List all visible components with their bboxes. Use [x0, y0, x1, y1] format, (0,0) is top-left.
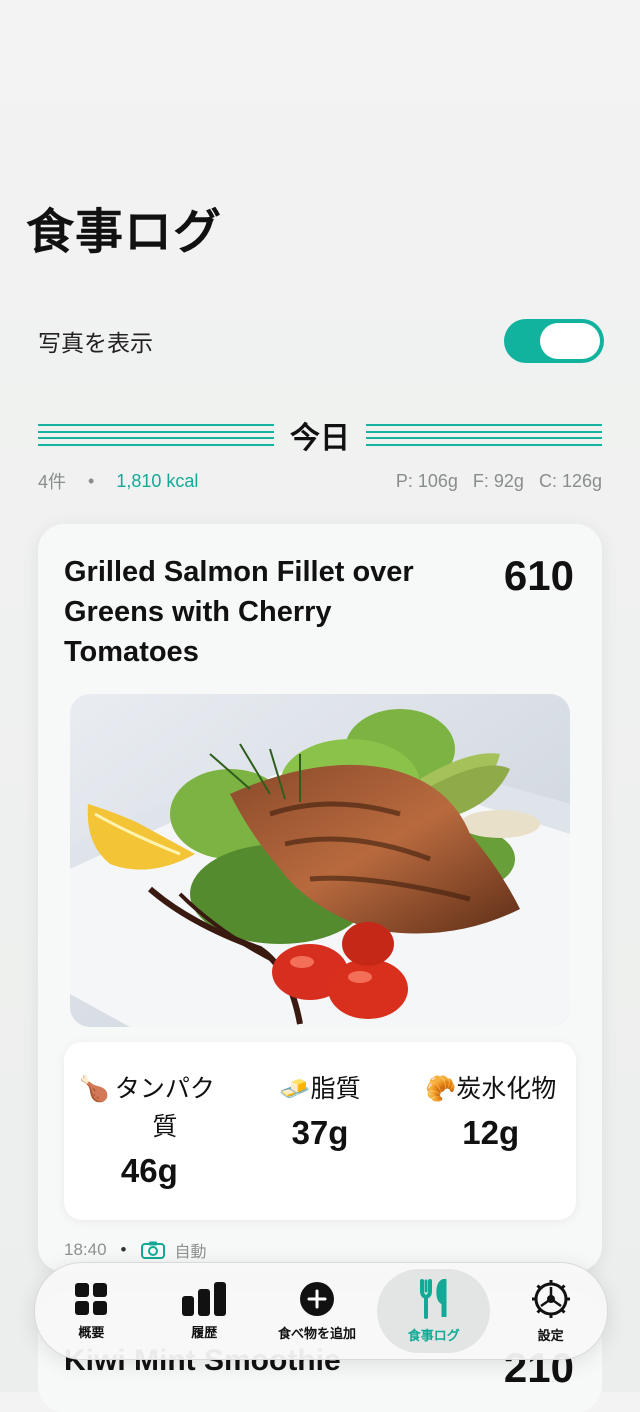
day-kcal: 1,810 kcal	[116, 470, 199, 491]
nutrient-label: 脂質	[310, 1074, 361, 1103]
nutrient-value: 37g	[291, 1114, 349, 1151]
nutrient-protein: 🍗 タンパク質 46g	[64, 1042, 235, 1220]
tab-add-food[interactable]: 食べ物を追加	[261, 1269, 374, 1353]
macro-summary: P: 106g F: 92g C: 126g	[386, 471, 602, 492]
separator-dot: •	[120, 1240, 127, 1259]
grid-icon	[75, 1282, 108, 1315]
salmon-dish-image	[70, 694, 570, 1027]
gear-icon	[531, 1279, 570, 1318]
entry-count: 4件	[38, 472, 67, 492]
nutrient-value: 46g	[120, 1152, 178, 1189]
nutrient-carbs: 🥐炭水化物 12g	[405, 1042, 576, 1220]
show-photos-label: 写真を表示	[38, 331, 153, 357]
show-photos-row: 写真を表示	[38, 318, 604, 364]
chicken-leg-icon: 🍗	[78, 1074, 110, 1103]
camera-icon	[140, 1241, 165, 1259]
day-summary: 4件 • 1,810 kcal P: 106g F: 92g C: 126g	[38, 468, 602, 494]
nutrient-panel: 🍗 タンパク質 46g 🧈脂質 37g 🥐炭水化物 12g	[64, 1042, 576, 1220]
meal-meta: 18:40 • 自動	[64, 1238, 207, 1262]
tab-label: 食べ物を追加	[277, 1326, 356, 1342]
tab-label: 設定	[537, 1328, 564, 1344]
tab-overview[interactable]: 概要	[35, 1269, 148, 1353]
tab-meal-log[interactable]: 食事ログ	[377, 1269, 491, 1353]
tab-settings[interactable]: 設定	[494, 1269, 607, 1353]
tab-label: 食事ログ	[407, 1328, 460, 1344]
tab-bar: 概要 履歴 食べ物を追加 食事ログ 設定	[34, 1262, 608, 1360]
croissant-icon: 🥐	[425, 1074, 457, 1103]
fork-knife-icon	[419, 1278, 447, 1319]
carbs-total: C: 126g	[538, 470, 602, 491]
nutrient-value: 12g	[462, 1114, 520, 1151]
nutrient-label: タンパク質	[114, 1074, 215, 1141]
butter-icon: 🧈	[279, 1074, 311, 1103]
nutrient-label: 炭水化物	[456, 1074, 557, 1103]
show-photos-toggle[interactable]	[504, 319, 604, 363]
toggle-knob	[540, 323, 600, 359]
tab-label: 履歴	[191, 1325, 218, 1341]
decorative-lines-right	[366, 424, 602, 446]
nutrient-fat: 🧈脂質 37g	[235, 1042, 406, 1220]
tab-history[interactable]: 履歴	[148, 1269, 261, 1353]
tab-label: 概要	[78, 1325, 105, 1341]
separator-dot: •	[88, 470, 95, 491]
day-section-header: 今日	[38, 414, 602, 456]
page-title: 食事ログ	[26, 204, 223, 260]
meal-title: Grilled Salmon Fillet over Greens with C…	[64, 556, 414, 668]
meal-kcal: 610	[503, 552, 574, 599]
protein-total: P: 106g	[395, 470, 458, 491]
meal-time: 18:40	[64, 1240, 107, 1259]
fat-total: F: 92g	[472, 470, 524, 491]
meal-photo[interactable]	[70, 694, 570, 1027]
meal-card[interactable]: Grilled Salmon Fillet over Greens with C…	[38, 524, 602, 1272]
decorative-lines-left	[38, 424, 274, 446]
day-label: 今日	[290, 421, 350, 456]
log-source: 自動	[174, 1242, 207, 1261]
plus-circle-icon	[299, 1281, 334, 1316]
bar-chart-icon	[182, 1281, 227, 1316]
